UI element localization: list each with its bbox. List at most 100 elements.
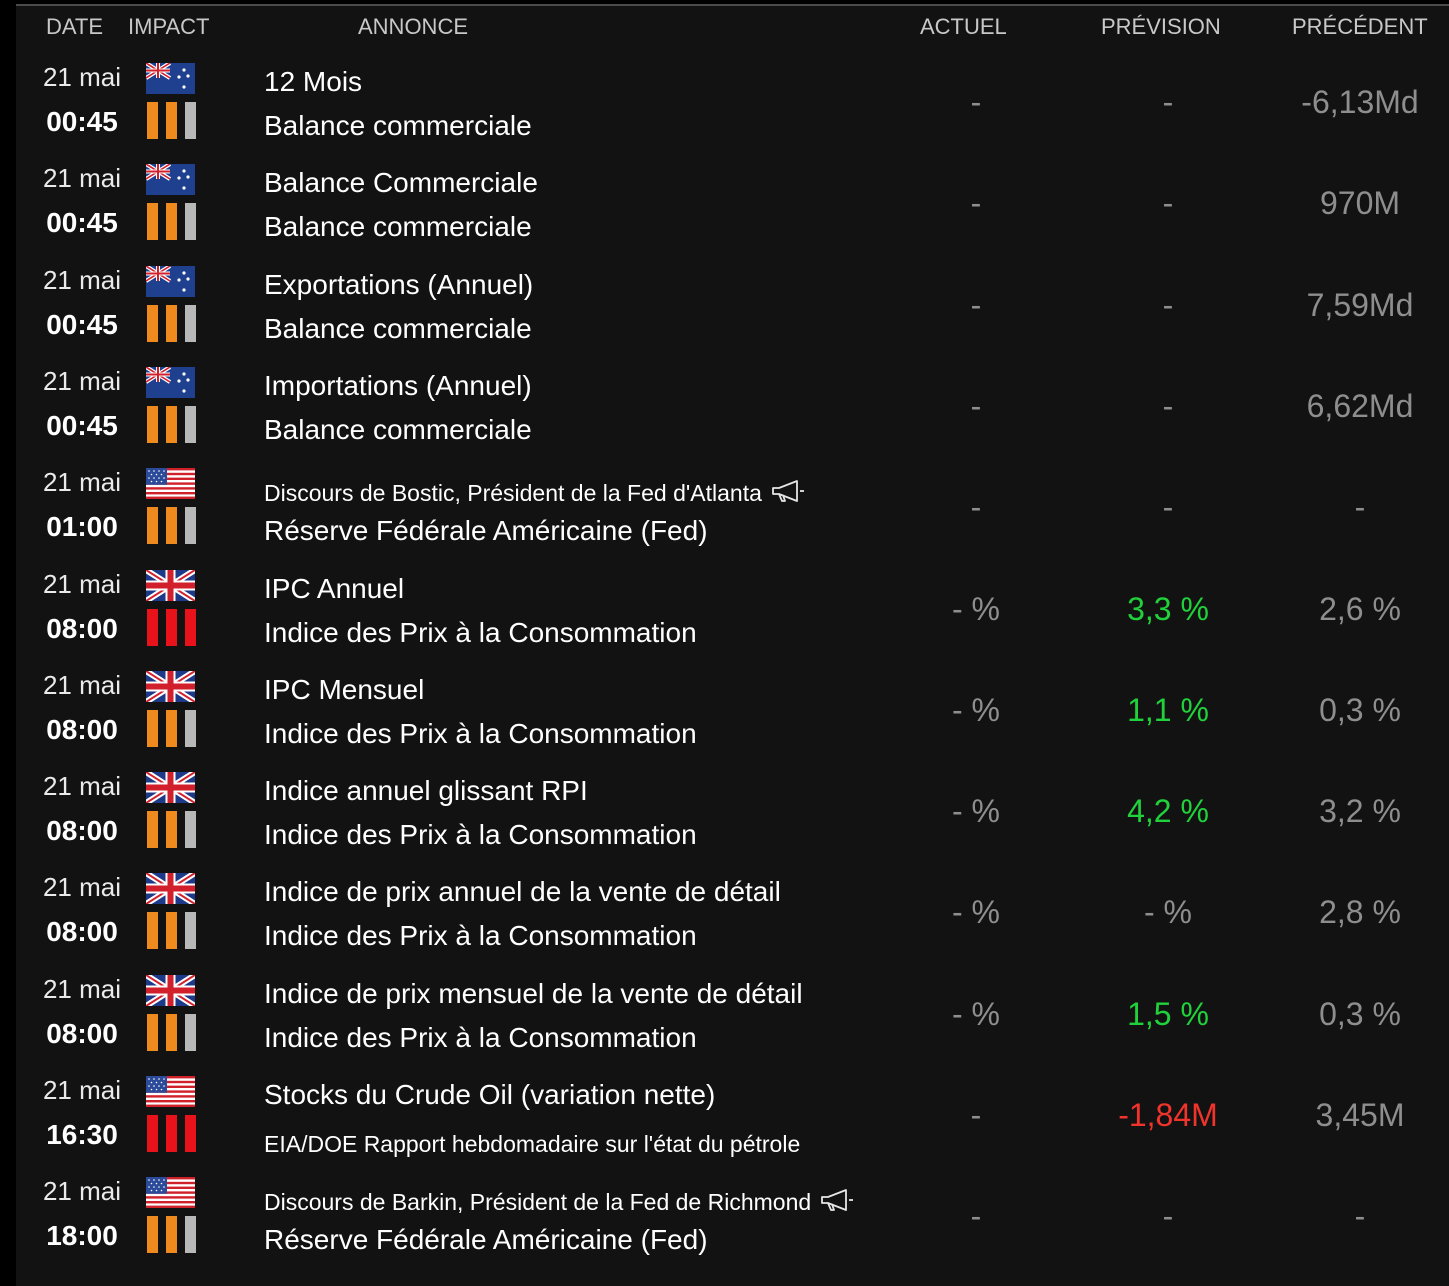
impact-bar — [166, 304, 177, 342]
event-row[interactable]: 21 mai 16:30 Stocks du Crude Oil (variatio… — [16, 1071, 1449, 1172]
uk-flag-icon — [146, 569, 195, 601]
event-title-text: Exportations (Annuel) — [264, 268, 534, 300]
value-prevision: -1,84M — [1118, 1097, 1218, 1133]
event-row[interactable]: 21 mai 00:45 12 Mois Balance commerciale - - -… — [16, 58, 1449, 159]
event-row[interactable]: 21 mai 01:00 Discours de Bostic, Président… — [16, 463, 1449, 564]
value-prevision: 1,5 % — [1127, 995, 1209, 1032]
impact-bar — [147, 811, 158, 849]
event-title-text: Importations (Annuel) — [264, 369, 532, 401]
event-date: 21 mai — [42, 568, 122, 599]
impact-bar — [185, 102, 196, 139]
header-annonce[interactable]: ANNONCE — [358, 14, 468, 40]
event-row[interactable]: 21 mai 08:00 Indice annuel glissant RPI Ind… — [16, 767, 1449, 868]
impact-bar — [185, 811, 196, 849]
impact-indicator — [147, 1115, 199, 1152]
event-date: 21 mai — [42, 872, 122, 903]
impact-bar — [147, 203, 158, 241]
event-title-text: IPC Mensuel — [264, 673, 425, 705]
impact-bar — [166, 912, 177, 950]
value-actuel: - % — [952, 691, 1000, 728]
impact-bar — [166, 608, 177, 646]
event-title[interactable]: Discours de Bostic, Président de la Fed … — [264, 479, 806, 507]
value-precedent: 970M — [1319, 185, 1401, 222]
event-row[interactable]: 21 mai 18:00 Discours de Barkin, Président… — [16, 1172, 1449, 1273]
event-row[interactable]: 21 mai 08:00 IPC Annuel Indice des Prix à l… — [16, 565, 1449, 666]
event-title-text: Indice de prix mensuel de la vente de dé… — [264, 977, 803, 1009]
impact-bar — [147, 709, 158, 747]
event-row[interactable]: 21 mai 08:00 Indice de prix mensuel de la … — [16, 970, 1449, 1071]
event-title[interactable]: IPC Mensuel — [264, 674, 424, 706]
impact-bar — [166, 405, 177, 443]
impact-bar — [185, 203, 196, 241]
uk-flag-icon — [146, 670, 195, 702]
event-time: 16:30 — [46, 1119, 118, 1150]
event-category: EIA/DOE Rapport hebdomadaire sur l'état … — [264, 1131, 801, 1157]
event-category: Balance commerciale — [264, 211, 532, 243]
uk-flag-icon — [146, 873, 195, 905]
header-precedent[interactable]: PRÉCÉDENT — [1292, 14, 1428, 40]
impact-bar — [185, 608, 196, 646]
impact-bar — [147, 304, 158, 342]
value-prevision: 1,1 % — [1127, 691, 1209, 728]
value-precedent: - — [1354, 489, 1366, 526]
impact-bar — [166, 709, 177, 747]
event-title[interactable]: Discours de Barkin, Président de la Fed … — [264, 1188, 855, 1216]
event-time: 08:00 — [46, 1017, 118, 1049]
impact-bar — [147, 608, 158, 646]
event-row[interactable]: 21 mai 00:45 Exportations (Annuel) Balance … — [16, 261, 1449, 362]
event-category: Indice des Prix à la Consommation — [264, 1021, 697, 1053]
event-date: 21 mai — [42, 771, 122, 802]
value-actuel: - % — [952, 590, 1000, 627]
event-title[interactable]: Importations (Annuel) — [264, 370, 532, 402]
event-title-text: Indice de prix annuel de la vente de dét… — [264, 876, 781, 908]
impact-bar — [147, 1013, 158, 1051]
event-title[interactable]: Indice de prix mensuel de la vente de dé… — [264, 978, 803, 1010]
impact-bar — [185, 912, 196, 950]
value-prevision: - — [1162, 185, 1174, 222]
impact-bar — [166, 102, 177, 139]
value-precedent: 3,2 % — [1319, 793, 1401, 830]
impact-indicator — [147, 405, 199, 443]
event-time: 18:00 — [46, 1220, 118, 1252]
impact-indicator — [147, 912, 199, 950]
event-title[interactable]: Exportations (Annuel) — [264, 269, 533, 301]
event-row[interactable]: 21 mai 00:45 Importations (Annuel) Balance … — [16, 362, 1449, 463]
event-title[interactable]: Indice de prix annuel de la vente de dét… — [264, 876, 781, 908]
header-actuel[interactable]: ACTUEL — [920, 14, 1007, 40]
value-actuel: - — [970, 1097, 982, 1133]
value-prevision: 3,3 % — [1127, 590, 1209, 627]
nz-flag-icon — [146, 164, 195, 196]
nz-flag-icon — [146, 265, 195, 297]
megaphone-icon — [819, 1188, 855, 1212]
event-row[interactable]: 21 mai 08:00 Indice de prix annuel de la v… — [16, 868, 1449, 969]
table-header: DATE IMPACT ANNONCE ACTUEL PRÉVISION PRÉ… — [16, 6, 1449, 46]
event-title-text: Discours de Barkin, Président de la Fed … — [264, 1189, 812, 1216]
impact-bar — [166, 811, 177, 849]
header-date[interactable]: DATE — [46, 14, 103, 40]
nz-flag-icon — [146, 63, 195, 94]
event-time: 01:00 — [46, 511, 118, 543]
impact-indicator — [147, 608, 199, 646]
header-prevision[interactable]: PRÉVISION — [1101, 14, 1221, 40]
event-title[interactable]: Stocks du Crude Oil (variation nette) — [264, 1079, 715, 1111]
value-precedent: -6,13Md — [1301, 84, 1419, 120]
impact-bar — [147, 102, 158, 139]
value-actuel: - — [970, 185, 982, 222]
impact-bar — [166, 507, 177, 545]
event-title[interactable]: Balance Commerciale — [264, 167, 538, 199]
impact-bar — [147, 507, 158, 545]
event-row[interactable]: 21 mai 08:00 IPC Mensuel Indice des Prix à … — [16, 666, 1449, 767]
impact-indicator — [147, 709, 199, 747]
megaphone-icon — [770, 479, 806, 503]
event-title[interactable]: IPC Annuel — [264, 573, 404, 605]
header-impact[interactable]: IMPACT — [128, 14, 209, 40]
impact-bar — [166, 1013, 177, 1051]
event-date: 21 mai — [42, 365, 122, 396]
impact-bar — [166, 1216, 177, 1254]
event-title[interactable]: Indice annuel glissant RPI — [264, 775, 588, 807]
event-row[interactable]: 21 mai 00:45 Balance Commerciale Balance co… — [16, 159, 1449, 260]
value-prevision: - — [1162, 84, 1174, 120]
event-time: 08:00 — [46, 916, 118, 948]
event-title[interactable]: 12 Mois — [264, 66, 362, 98]
economic-calendar: DATE IMPACT ANNONCE ACTUEL PRÉVISION PRÉ… — [16, 4, 1449, 1286]
